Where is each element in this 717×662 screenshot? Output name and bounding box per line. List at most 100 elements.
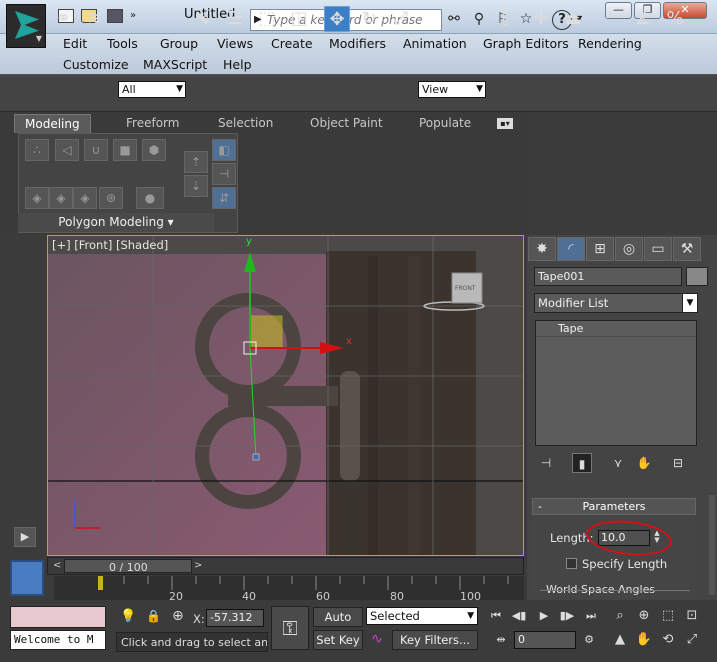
edge-icon[interactable]: ◁ bbox=[55, 139, 79, 161]
next-mod-icon[interactable]: ◈ bbox=[73, 187, 97, 209]
reference-coordinate-dropdown[interactable]: View ▼ bbox=[418, 81, 486, 98]
select-by-name-icon[interactable]: ☰ bbox=[222, 6, 248, 32]
pivot-center-icon[interactable]: ⫿ bbox=[492, 6, 518, 32]
polygon-modeling-panel-label[interactable]: Polygon Modeling ▾ bbox=[18, 213, 214, 232]
x-coordinate-input[interactable]: -57.312 bbox=[206, 609, 264, 627]
key-set-dropdown[interactable]: Selected ▼ bbox=[366, 607, 478, 625]
keyboard-shortcut-override-icon[interactable]: ⏏ bbox=[560, 6, 586, 32]
modify-tab-icon[interactable]: ◜ bbox=[557, 237, 585, 261]
tab-freeform[interactable]: Freeform bbox=[116, 114, 189, 133]
binoculars-icon[interactable]: ⚯ bbox=[445, 10, 463, 28]
previous-frame-icon[interactable]: ◀▮ bbox=[510, 607, 528, 625]
absolute-mode-icon[interactable]: ⊕ bbox=[172, 608, 184, 624]
tab-modeling[interactable]: Modeling bbox=[14, 114, 91, 133]
snaps-toggle-icon[interactable]: ³ bbox=[596, 6, 622, 32]
tab-object-paint[interactable]: Object Paint bbox=[300, 114, 393, 133]
set-key-button[interactable]: Set Key bbox=[313, 630, 363, 650]
viewport-label[interactable]: [+] [Front] [Shaded] bbox=[52, 238, 168, 252]
object-name-field[interactable]: Tape001 bbox=[534, 267, 682, 286]
key-tangents-icon[interactable]: ∿ bbox=[366, 631, 388, 651]
isolate-selection-icon[interactable]: 💡 bbox=[120, 609, 136, 624]
set-key-mode-icon[interactable]: ⚿ bbox=[271, 606, 309, 650]
configure-modifier-sets-icon[interactable]: ⊟ bbox=[668, 453, 688, 473]
remove-modifier-icon[interactable]: ✋ bbox=[634, 453, 654, 473]
toggle-stack-icon[interactable]: ⊛ bbox=[99, 187, 123, 209]
menu-rendering[interactable]: Rendering bbox=[578, 36, 642, 51]
show-end-result-icon[interactable]: ▮ bbox=[572, 453, 592, 473]
rectangular-selection-icon[interactable]: ⬚ bbox=[254, 6, 280, 32]
key-mode-icon[interactable]: ⇹ bbox=[492, 631, 510, 649]
menu-edit[interactable]: Edit bbox=[63, 36, 87, 51]
current-frame-input[interactable]: 0 bbox=[514, 631, 576, 649]
motion-tab-icon[interactable]: ◎ bbox=[615, 237, 643, 261]
app-menu-button[interactable]: ▼ bbox=[6, 4, 46, 48]
pin-stack-icon[interactable]: ⊣ bbox=[536, 453, 556, 473]
utilities-tab-icon[interactable]: ⚒ bbox=[673, 237, 701, 261]
element-icon[interactable]: ⬢ bbox=[142, 139, 166, 161]
menu-graph-editors[interactable]: Graph Editors bbox=[483, 36, 569, 51]
ribbon-options-icon[interactable]: ▪▾ bbox=[497, 118, 513, 129]
select-and-rotate-icon[interactable]: ↻ bbox=[356, 6, 382, 32]
command-panel-scrollbar[interactable] bbox=[709, 495, 715, 595]
hierarchy-tab-icon[interactable]: ⊞ bbox=[586, 237, 614, 261]
menu-modifiers[interactable]: Modifiers bbox=[329, 36, 386, 51]
select-object-icon[interactable]: ⬉ bbox=[190, 6, 216, 32]
collapse-stack-icon[interactable]: ⇡ bbox=[184, 151, 208, 173]
menu-group[interactable]: Group bbox=[160, 36, 198, 51]
pan-view-icon[interactable]: ✋ bbox=[634, 630, 654, 650]
polygon-icon[interactable]: ■ bbox=[113, 139, 137, 161]
zoom-icon[interactable]: ⌕ bbox=[610, 606, 630, 626]
time-prev-icon[interactable]: < bbox=[53, 560, 61, 571]
menu-tools[interactable]: Tools bbox=[107, 36, 138, 51]
next-frame-icon[interactable]: ▮▶ bbox=[558, 607, 576, 625]
move-gizmo-plane[interactable] bbox=[249, 315, 283, 349]
bind-space-warp-icon[interactable]: ≋ bbox=[82, 6, 108, 32]
maxscript-listener-output[interactable] bbox=[10, 606, 106, 628]
angle-snap-icon[interactable]: ∡ bbox=[630, 6, 656, 32]
zoom-all-icon[interactable]: ⊕ bbox=[634, 606, 654, 626]
percent-snap-icon[interactable]: % bbox=[662, 6, 688, 32]
menu-views[interactable]: Views bbox=[217, 36, 253, 51]
maxscript-listener-input[interactable]: Welcome to M bbox=[10, 630, 106, 650]
repeat-icon[interactable]: ⊣ bbox=[212, 163, 236, 185]
play-animation-icon[interactable]: ▶ bbox=[535, 607, 553, 625]
orbit-icon[interactable]: ⟲ bbox=[658, 630, 678, 650]
border-icon[interactable]: ∪ bbox=[84, 139, 108, 161]
field-of-view-icon[interactable]: ▲ bbox=[610, 630, 630, 650]
maximize-viewport-icon[interactable]: ⤢ bbox=[682, 630, 702, 650]
parameters-rollout-header[interactable]: - Parameters bbox=[532, 498, 696, 515]
zoom-extents-icon[interactable]: ⬚ bbox=[658, 606, 678, 626]
menu-create[interactable]: Create bbox=[271, 36, 313, 51]
use-soft-selection-icon[interactable]: ◧ bbox=[212, 139, 236, 161]
select-and-scale-icon[interactable]: ⤢ bbox=[388, 6, 414, 32]
tools-icon[interactable]: ⚲ bbox=[470, 10, 488, 28]
time-next-icon[interactable]: > bbox=[194, 560, 202, 571]
time-configuration-icon[interactable]: ⚙ bbox=[580, 631, 598, 649]
key-filters-button[interactable]: Key Filters... bbox=[392, 630, 478, 650]
go-to-start-icon[interactable]: ⏮ bbox=[487, 607, 505, 625]
go-to-end-icon[interactable]: ⏭ bbox=[582, 607, 600, 625]
quickslice-icon[interactable]: ⇵ bbox=[212, 187, 236, 209]
chevron-down-icon[interactable]: ▼ bbox=[682, 293, 698, 313]
play-icon[interactable]: ▶ bbox=[14, 527, 36, 547]
save-icon[interactable] bbox=[107, 9, 123, 23]
make-unique-icon[interactable]: ⋎ bbox=[608, 453, 628, 473]
menu-customize[interactable]: Customize bbox=[63, 57, 129, 72]
menu-help[interactable]: Help bbox=[223, 57, 252, 72]
auto-key-button[interactable]: Auto Key bbox=[313, 607, 363, 642]
lock-selection-icon[interactable]: 🔒 bbox=[146, 609, 161, 623]
specify-length-checkbox[interactable] bbox=[566, 558, 577, 569]
modify-mode-icon[interactable]: ◈ bbox=[25, 187, 49, 209]
create-tab-icon[interactable]: ✸ bbox=[528, 237, 556, 261]
vertex-icon[interactable]: ∴ bbox=[25, 139, 49, 161]
preserve-uvs-icon[interactable]: ⇣ bbox=[184, 175, 208, 197]
tab-populate[interactable]: Populate bbox=[409, 114, 481, 133]
select-manipulate-icon[interactable]: ✛ bbox=[528, 6, 554, 32]
viewport-front[interactable] bbox=[47, 235, 524, 556]
tab-selection[interactable]: Selection bbox=[208, 114, 283, 133]
more-tools-icon[interactable]: » bbox=[130, 10, 136, 21]
stack-item-tape[interactable]: Tape bbox=[536, 321, 696, 337]
object-color-swatch[interactable] bbox=[686, 267, 708, 286]
zoom-extents-all-icon[interactable]: ⊡ bbox=[682, 606, 702, 626]
previous-mod-icon[interactable]: ◈ bbox=[49, 187, 73, 209]
